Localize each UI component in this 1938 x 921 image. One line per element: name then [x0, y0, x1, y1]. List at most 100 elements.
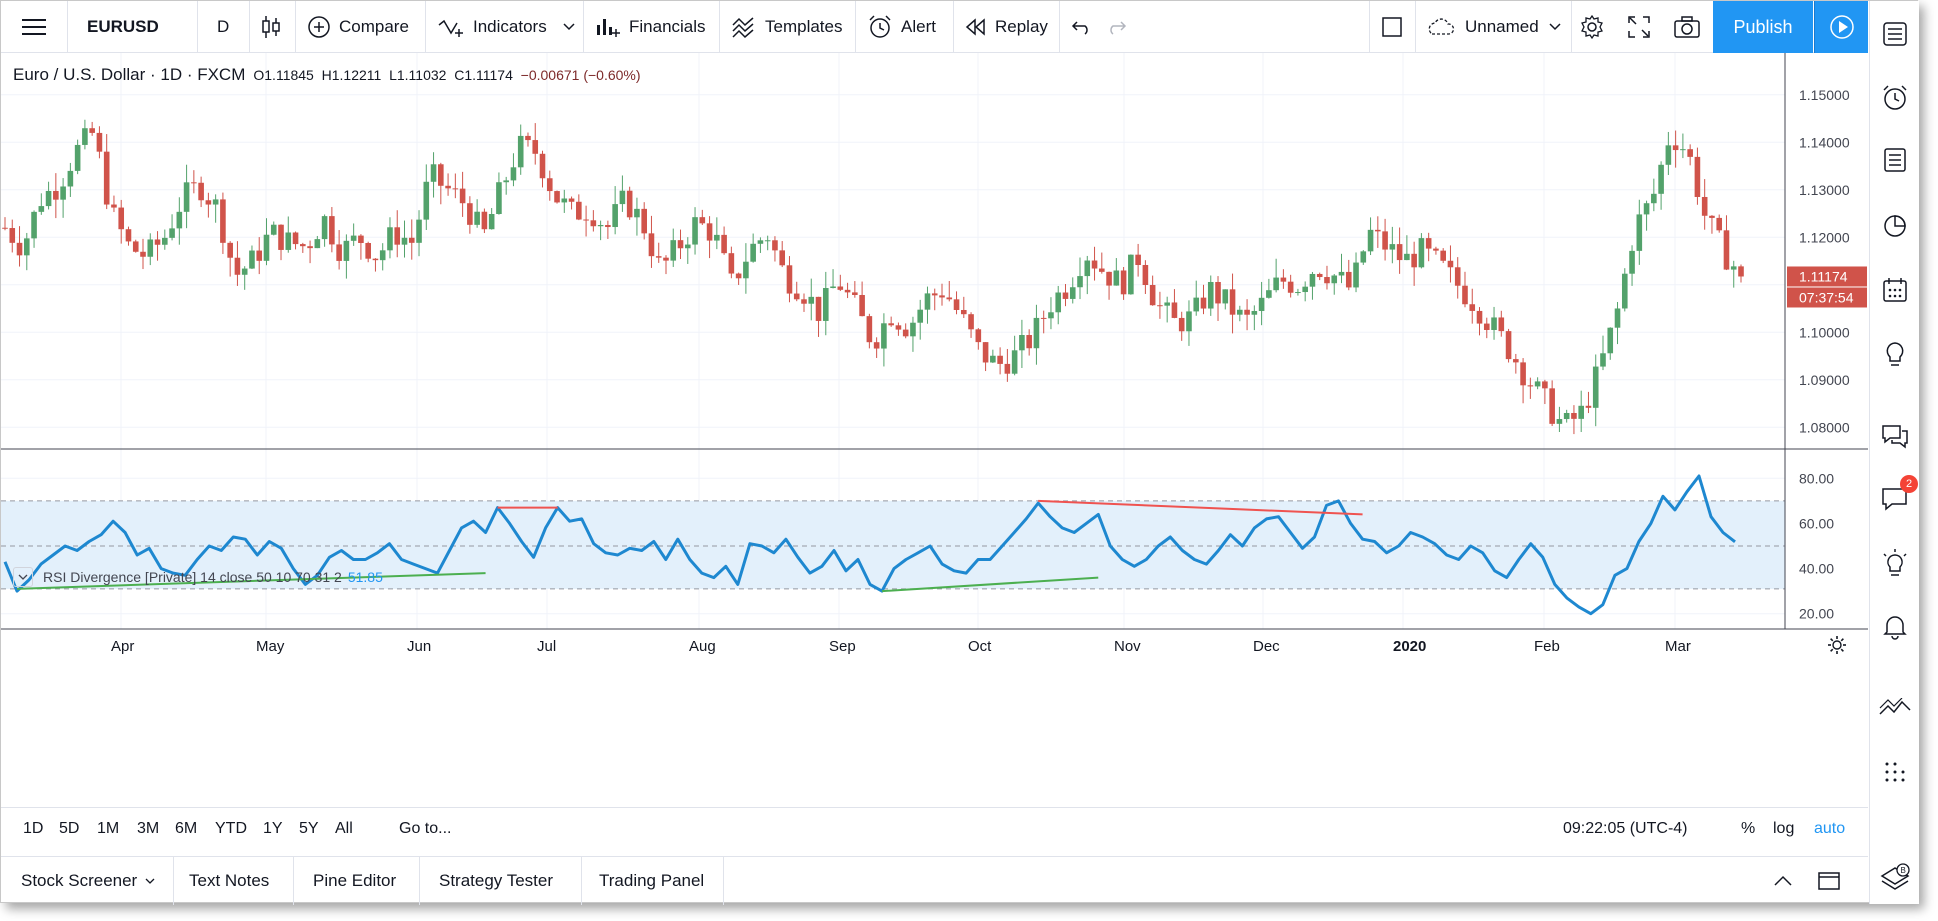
range-1d[interactable]: 1D [23, 820, 43, 838]
layout-name-button[interactable]: Unnamed [1425, 1, 1561, 53]
templates-button[interactable]: Templates [731, 1, 842, 53]
tab-label: Pine Editor [313, 871, 397, 890]
candle-body [1302, 286, 1308, 293]
candle [561, 189, 568, 213]
candle-body [1542, 381, 1548, 389]
symbol-title[interactable]: Euro / U.S. Dollar · 1D · FXCM [13, 65, 245, 85]
play-icon[interactable] [1814, 1, 1868, 53]
candle [1730, 260, 1737, 288]
range-6m[interactable]: 6M [175, 820, 197, 838]
candle [205, 192, 212, 218]
candle-body [372, 258, 379, 261]
range-1m[interactable]: 1M [97, 820, 119, 838]
interval-selector[interactable]: D [217, 1, 229, 53]
financials-button[interactable]: Financials [595, 1, 706, 53]
candle-body [358, 235, 364, 244]
calendar-icon[interactable] [1878, 273, 1912, 307]
candle [743, 243, 749, 294]
symbol-search[interactable]: EURUSD [87, 1, 159, 53]
compare-button[interactable]: Compare [307, 1, 409, 53]
rsi-title[interactable]: RSI Divergence [Private] 14 close 50 10 … [43, 569, 342, 585]
candle-body [1011, 350, 1018, 374]
candle-body [132, 241, 139, 252]
chats-icon[interactable] [1878, 419, 1912, 453]
range-all[interactable]: All [335, 820, 353, 838]
hotlist-icon[interactable] [1878, 209, 1912, 243]
tab-text-notes[interactable]: Text Notes [189, 857, 269, 905]
range-bar: 1D 5D 1M 3M 6M YTD 1Y 5Y All Go to... 09:22:05 (… [1, 807, 1868, 849]
trading-icon[interactable] [1878, 691, 1912, 725]
watchlist-icon[interactable] [1878, 17, 1912, 51]
auto-toggle[interactable]: auto [1814, 820, 1845, 838]
candle [154, 231, 161, 261]
indicators-dropdown-icon[interactable] [563, 1, 575, 53]
range-5d[interactable]: 5D [59, 820, 79, 838]
candle [31, 210, 37, 248]
countdown-label: 07:37:54 [1799, 289, 1854, 305]
candle-body [1295, 292, 1301, 294]
alert-button[interactable]: Alert [867, 1, 936, 53]
candle-body [1164, 302, 1170, 306]
ideas-lightbulb-icon[interactable] [1878, 337, 1912, 371]
collapse-toggle-icon[interactable] [13, 567, 33, 587]
candle [161, 229, 168, 250]
chart-area[interactable]: 1.15000 1.14000 1.13000 1.12000 1.10000 1.090… [1, 53, 1868, 801]
range-5y[interactable]: 5Y [299, 820, 319, 838]
settings-gear-icon[interactable] [1579, 1, 1605, 53]
candle-body [735, 273, 742, 279]
range-3m[interactable]: 3M [137, 820, 159, 838]
chevron-up-icon[interactable] [1773, 857, 1793, 905]
candle-body [1229, 289, 1236, 315]
candle-body [1534, 381, 1541, 387]
fullscreen-icon[interactable] [1627, 1, 1651, 53]
candle-body [1019, 335, 1025, 351]
tab-strategy-tester[interactable]: Strategy Tester [439, 857, 553, 905]
range-1y[interactable]: 1Y [263, 820, 283, 838]
redo-icon[interactable] [1105, 1, 1127, 53]
messages-icon[interactable]: 2 [1878, 475, 1918, 515]
clock[interactable]: 09:22:05 (UTC-4) [1563, 820, 1688, 838]
menu-icon[interactable] [21, 1, 47, 53]
candle [481, 208, 488, 234]
data-window-icon[interactable] [1878, 143, 1912, 177]
candle [822, 271, 829, 336]
notifications-bell-icon[interactable] [1878, 609, 1912, 643]
candle-body [343, 240, 350, 261]
candle-body [1382, 231, 1388, 250]
candle-body [960, 309, 967, 315]
candle-body [1091, 260, 1098, 269]
tab-stock-screener[interactable]: Stock Screener [21, 857, 155, 905]
candle-body [1716, 217, 1723, 231]
candle [612, 186, 618, 235]
chart-canvas[interactable]: 1.15000 1.14000 1.13000 1.12000 1.10000 1.090… [1, 53, 1868, 801]
candle [16, 226, 23, 267]
streams-icon[interactable] [1878, 547, 1912, 581]
candle [350, 223, 357, 246]
candle [750, 233, 756, 263]
indicators-button[interactable]: Indicators [437, 1, 547, 53]
chart-style-icon[interactable] [261, 1, 281, 53]
publish-button[interactable]: Publish [1713, 1, 1813, 53]
camera-icon[interactable] [1673, 1, 1701, 53]
dots-grid-icon[interactable] [1878, 755, 1912, 789]
candle-body [314, 239, 321, 249]
help-layers-icon[interactable]: B [1878, 859, 1912, 893]
undo-icon[interactable] [1071, 1, 1093, 53]
alarm-clock-icon[interactable] [1878, 81, 1912, 115]
goto-button[interactable]: Go to... [399, 820, 451, 838]
range-ytd[interactable]: YTD [215, 820, 247, 838]
log-toggle[interactable]: log [1773, 820, 1794, 838]
maximize-panel-icon[interactable] [1817, 857, 1841, 905]
svg-text:B: B [1901, 866, 1906, 875]
tab-trading-panel[interactable]: Trading Panel [599, 857, 704, 905]
candle [1113, 258, 1120, 286]
candle-body [1345, 271, 1352, 288]
replay-button[interactable]: Replay [965, 1, 1048, 53]
tab-pine-editor[interactable]: Pine Editor [313, 857, 396, 905]
layout-select-icon[interactable] [1381, 1, 1403, 53]
rsi-legend: RSI Divergence [Private] 14 close 50 10 … [13, 567, 383, 587]
candle [525, 132, 531, 147]
candle [53, 173, 59, 219]
candle-body [1084, 260, 1091, 277]
percent-toggle[interactable]: % [1741, 820, 1755, 838]
